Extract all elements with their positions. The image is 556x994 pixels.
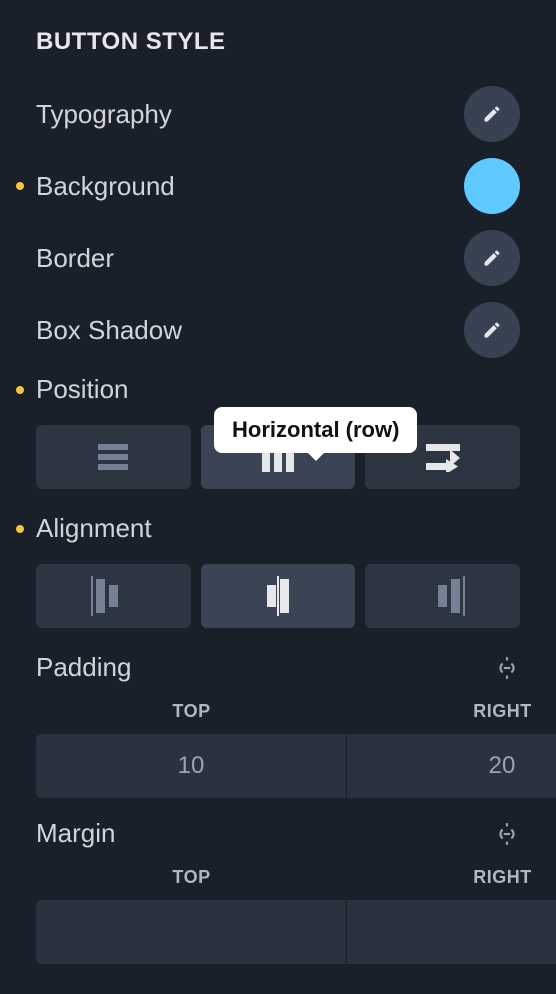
typography-row: Typography — [36, 86, 520, 142]
pencil-icon — [482, 320, 502, 340]
typography-edit-button[interactable] — [464, 86, 520, 142]
border-label: Border — [36, 243, 114, 274]
margin-top-input[interactable] — [36, 900, 347, 964]
box-shadow-label: Box Shadow — [36, 315, 182, 346]
background-color-swatch[interactable] — [464, 158, 520, 214]
padding-link-toggle[interactable] — [494, 655, 520, 681]
align-center-icon — [261, 579, 295, 613]
position-vertical-button[interactable] — [36, 425, 191, 489]
position-section: Position Horizontal (row) — [36, 374, 520, 489]
padding-section: Padding TOP RIGHT BOTTOM LEFT — [36, 652, 520, 798]
margin-section: Margin TOP RIGHT BOTTOM LEFT — [36, 818, 520, 964]
background-row: Background — [36, 158, 520, 214]
align-start-icon — [96, 579, 130, 613]
position-tooltip: Horizontal (row) — [214, 407, 417, 453]
border-row: Border — [36, 230, 520, 286]
padding-right-input[interactable] — [347, 734, 556, 798]
padding-top-label: TOP — [36, 701, 347, 734]
unlink-icon — [494, 821, 520, 847]
margin-link-toggle[interactable] — [494, 821, 520, 847]
section-title: BUTTON STYLE — [36, 28, 520, 56]
border-edit-button[interactable] — [464, 230, 520, 286]
align-center-button[interactable] — [201, 564, 356, 628]
margin-label: Margin — [36, 818, 115, 849]
pencil-icon — [482, 248, 502, 268]
background-label: Background — [36, 171, 175, 202]
padding-right-label: RIGHT — [347, 701, 556, 734]
align-start-button[interactable] — [36, 564, 191, 628]
unlink-icon — [494, 655, 520, 681]
margin-right-input[interactable] — [347, 900, 556, 964]
alignment-section: Alignment — [36, 513, 520, 628]
align-end-button[interactable] — [365, 564, 520, 628]
typography-label: Typography — [36, 99, 172, 130]
wrap-icon — [426, 442, 460, 472]
margin-right-label: RIGHT — [347, 867, 556, 900]
box-shadow-row: Box Shadow — [36, 302, 520, 358]
alignment-label: Alignment — [36, 513, 520, 544]
padding-label: Padding — [36, 652, 131, 683]
box-shadow-edit-button[interactable] — [464, 302, 520, 358]
rows-icon — [98, 444, 128, 470]
padding-top-input[interactable] — [36, 734, 347, 798]
position-label: Position — [36, 374, 520, 405]
margin-top-label: TOP — [36, 867, 347, 900]
align-end-icon — [426, 579, 460, 613]
pencil-icon — [482, 104, 502, 124]
